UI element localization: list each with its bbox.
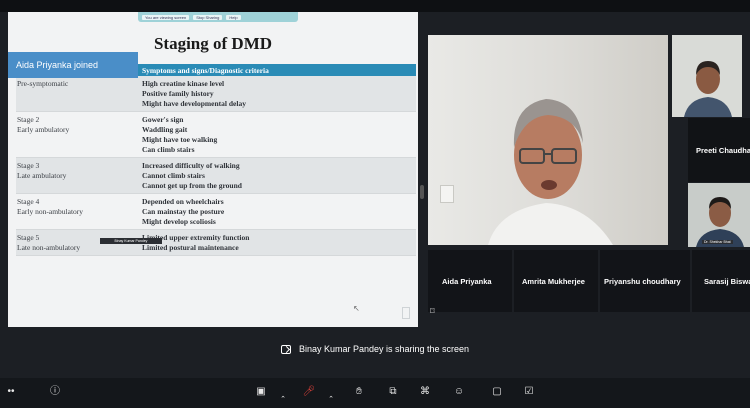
criteria-item: Can mainstay the posture — [142, 207, 225, 216]
participant-name: Dr. Shekhar Bhat — [702, 240, 733, 244]
join-toast: Aida Priyanka joined — [8, 52, 138, 78]
participant-name: Amrita Mukherjee — [522, 277, 585, 286]
chat-icon[interactable]: ▢ — [490, 385, 504, 399]
screen-share-controls: You are viewing screen Stop Sharing Help — [138, 12, 298, 22]
shared-screen: You are viewing screen Stop Sharing Help… — [8, 12, 418, 327]
meeting-toolbar — [0, 378, 750, 408]
table-row: Stage 3 Late ambulatory Increased diffic… — [16, 158, 416, 194]
stage-name: Stage 4 — [17, 197, 40, 206]
criteria-item: Increased difficulty of walking — [142, 161, 240, 170]
layout-icon[interactable]: ⌘ — [418, 385, 432, 399]
criteria-item: Might develop scoliosis — [142, 217, 216, 226]
criteria-item: Cannot climb stairs — [142, 171, 205, 180]
table-header: Symptoms and signs/Diagnostic criteria — [138, 64, 416, 76]
participant-name: Sarasij Biswas — [704, 277, 750, 286]
stage-name: Stage 3 — [17, 161, 40, 170]
staging-table: Symptoms and signs/Diagnostic criteria P… — [16, 64, 416, 256]
criteria-cell: Increased difficulty of walking Cannot c… — [138, 158, 416, 193]
chevron-up-icon[interactable]: ⌃ — [276, 393, 290, 407]
mouse-cursor-icon: ↖ — [353, 304, 360, 313]
criteria-cell: Limited upper extremity function Limited… — [138, 230, 416, 255]
criteria-item: High creatine kinase level — [142, 79, 225, 88]
splitter-handle[interactable] — [420, 185, 424, 199]
participant-name: Aida Priyanka — [442, 277, 492, 286]
participant-tile[interactable]: Priyanshu choudhary — [600, 250, 690, 312]
stage-sub: Late non-ambulatory — [17, 243, 81, 252]
viewing-label: You are viewing screen — [142, 14, 190, 20]
participant-tile-top[interactable] — [672, 35, 742, 117]
sharing-notice: Binay Kumar Pandey is sharing the screen — [0, 344, 750, 355]
sharing-notice-text: Binay Kumar Pandey is sharing the screen — [298, 344, 470, 354]
camera-icon[interactable]: ▣ — [254, 385, 268, 399]
criteria-item: Waddling gait — [142, 125, 188, 134]
table-row: Stage 4 Early non-ambulatory Depended on… — [16, 194, 416, 230]
criteria-cell: High creatine kinase level Positive fami… — [138, 76, 416, 111]
microphone-muted-icon[interactable]: 🎤︎ — [302, 385, 316, 399]
top-bar — [0, 0, 750, 12]
speaker-mouth — [541, 180, 557, 190]
stage-cell: Stage 2 Early ambulatory — [16, 112, 138, 157]
table-row: Stage 5 Late non-ambulatory Limited uppe… — [16, 230, 416, 256]
criteria-item: Might have developmental delay — [142, 99, 246, 108]
stage-cell: Stage 3 Late ambulatory — [16, 158, 138, 193]
stop-sharing-button[interactable]: Stop Sharing — [193, 14, 223, 20]
criteria-item: Might have toe walking — [142, 135, 218, 144]
main-speaker-video[interactable] — [428, 35, 668, 245]
help-button[interactable]: Help — [226, 14, 241, 20]
screen-share-icon — [280, 345, 291, 355]
stage-cell: Stage 4 Early non-ambulatory — [16, 194, 138, 229]
stage-sub: Early ambulatory — [17, 125, 70, 134]
more-icon[interactable]: •• — [4, 385, 18, 399]
people-icon[interactable]: ☺ — [452, 385, 466, 399]
slide-title: Staging of DMD — [153, 34, 273, 53]
participant-tile[interactable]: Amrita Mukherjee — [514, 250, 598, 312]
criteria-item: Can climb stairs — [142, 145, 195, 154]
pin-icon[interactable]: ⌑ — [430, 306, 435, 317]
criteria-cell: Depended on wheelchairs Can mainstay the… — [138, 194, 416, 229]
criteria-item: Limited upper extremity function — [142, 233, 250, 242]
participant-name: Preeti Chaudhary — [696, 146, 750, 155]
info-icon[interactable]: ⓘ — [48, 385, 62, 399]
stage-cell: Pre-symptomatic — [16, 76, 138, 111]
raise-hand-icon[interactable]: ✋︎ — [352, 385, 366, 399]
present-icon[interactable]: ⧉ — [386, 385, 400, 399]
main-speaker-label: Binay Kumar Pandey — [100, 238, 162, 244]
criteria-item: Cannot get up from the ground — [142, 181, 242, 190]
criteria-item: Limited postural maintenance — [142, 243, 239, 252]
criteria-item: Gower's sign — [142, 115, 184, 124]
participant-tile[interactable]: Sarasij Biswas — [692, 250, 750, 312]
speaker-shirt — [488, 203, 613, 245]
scroll-box[interactable] — [402, 307, 410, 319]
table-row: Pre-symptomatic High creatine kinase lev… — [16, 76, 416, 112]
participant-figure — [684, 61, 732, 117]
criteria-item: Positive family history — [142, 89, 214, 98]
stage-name: Pre-symptomatic — [17, 79, 69, 88]
speaker-figure — [488, 99, 613, 245]
criteria-cell: Gower's sign Waddling gait Might have to… — [138, 112, 416, 157]
stage-sub: Late ambulatory — [17, 171, 67, 180]
criteria-item: Depended on wheelchairs — [142, 197, 224, 206]
participant-tile-preeti[interactable]: Preeti Chaudhary — [688, 118, 750, 182]
participant-tile-shekhar[interactable]: Dr. Shekhar Bhat — [688, 183, 750, 247]
meeting-window: You are viewing screen Stop Sharing Help… — [0, 0, 750, 408]
participant-figure — [696, 197, 744, 247]
participant-name: Priyanshu choudhary — [604, 277, 681, 286]
stage-sub: Early non-ambulatory — [17, 207, 84, 216]
chevron-up-icon[interactable]: ⌃ — [324, 393, 338, 407]
participant-tile[interactable]: Aida Priyanka — [428, 250, 512, 312]
stage-name: Stage 2 — [17, 115, 40, 124]
table-row: Stage 2 Early ambulatory Gower's sign Wa… — [16, 112, 416, 158]
activities-icon[interactable]: ☑ — [522, 385, 536, 399]
